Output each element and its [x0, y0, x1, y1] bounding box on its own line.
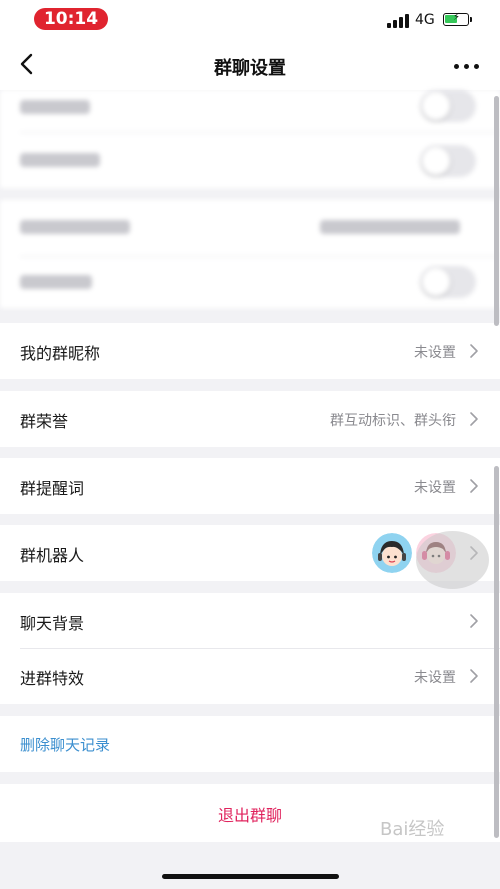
blurred-notify-card [0, 200, 500, 308]
network-type: 4G [415, 12, 435, 28]
honor-card: 群荣誉 群互动标识、群头衔 [0, 391, 500, 447]
toggle-switch[interactable] [420, 266, 476, 298]
robot-avatar [372, 533, 412, 573]
delete-history-button[interactable]: 删除聊天记录 [0, 716, 500, 772]
reminder-value: 未设置 [414, 480, 456, 496]
signal-icon [387, 14, 411, 28]
scrollbar-thumb-top [494, 96, 499, 326]
toggle-switch[interactable] [420, 145, 476, 177]
nickname-card: 我的群昵称 未设置 [0, 323, 500, 379]
honor-row[interactable]: 群荣誉 群互动标识、群头衔 [0, 391, 500, 447]
chevron-right-icon [470, 479, 478, 493]
honor-value: 群互动标识、群头衔 [330, 413, 456, 429]
nickname-label: 我的群昵称 [20, 344, 101, 363]
nickname-value: 未设置 [414, 345, 456, 361]
chevron-right-icon [470, 412, 478, 426]
battery-tip [470, 17, 472, 22]
status-bar: 10:14 4G ⚡ [0, 0, 500, 42]
chevron-right-icon [470, 614, 478, 628]
appearance-card: 聊天背景 进群特效 未设置 [0, 593, 500, 704]
status-time: 10:14 [34, 8, 108, 30]
robot-label: 群机器人 [20, 546, 85, 565]
nickname-row[interactable]: 我的群昵称 未设置 [0, 323, 500, 379]
chat-background-row[interactable]: 聊天背景 [0, 593, 500, 649]
watermark: Bai经验 [380, 819, 445, 840]
reminder-row[interactable]: 群提醒词 未设置 [0, 458, 500, 514]
blurred-settings-area [0, 90, 500, 318]
blurred-toggle-card [0, 90, 500, 188]
nav-bar: 群聊设置 [0, 42, 500, 90]
reminder-card: 群提醒词 未设置 [0, 458, 500, 514]
delete-history-label: 删除聊天记录 [20, 736, 111, 754]
robot-girl-avatar-icon [372, 533, 412, 573]
reminder-label: 群提醒词 [20, 479, 85, 498]
join-effect-value: 未设置 [414, 670, 456, 686]
page-title: 群聊设置 [214, 58, 286, 79]
more-button[interactable] [452, 56, 482, 76]
touch-indicator [416, 531, 489, 589]
battery-icon: ⚡ [443, 12, 469, 26]
scrollbar-thumb[interactable] [494, 466, 499, 838]
delete-history-card: 删除聊天记录 [0, 716, 500, 772]
chevron-right-icon [470, 669, 478, 683]
toggle-switch[interactable] [420, 90, 476, 122]
join-effect-row[interactable]: 进群特效 未设置 [0, 648, 500, 704]
honor-label: 群荣誉 [20, 412, 69, 431]
join-effect-label: 进群特效 [20, 669, 85, 688]
home-indicator[interactable] [162, 874, 339, 879]
chevron-right-icon [470, 344, 478, 358]
chat-background-label: 聊天背景 [20, 614, 85, 633]
more-dots-icon [454, 64, 459, 69]
